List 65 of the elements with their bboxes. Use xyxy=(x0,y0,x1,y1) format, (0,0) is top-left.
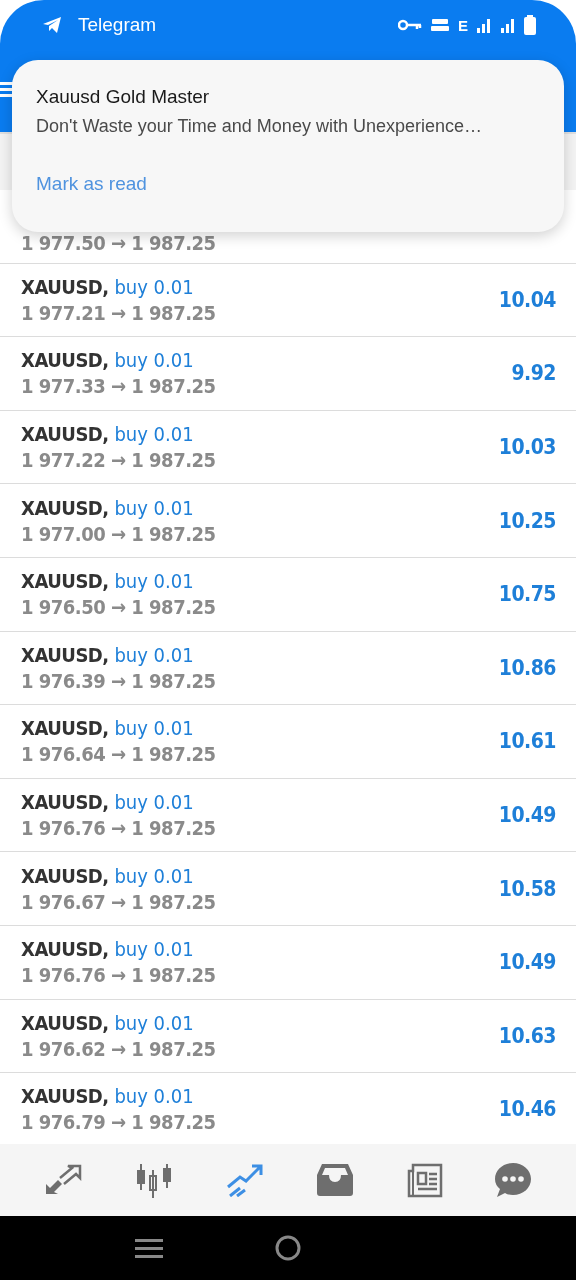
price-range: 1 976.39 → 1 987.25 xyxy=(21,668,217,693)
price-range: 1 976.76 → 1 987.25 xyxy=(21,816,217,841)
order-type: buy 0.01 xyxy=(114,422,194,447)
trend-up-icon xyxy=(226,1163,265,1197)
home-button-icon[interactable] xyxy=(274,1234,302,1262)
profit-value: 10.61 xyxy=(498,729,556,754)
profit-value: 10.49 xyxy=(498,803,556,828)
symbol: XAUUSD, xyxy=(21,716,109,741)
order-type: buy 0.01 xyxy=(114,274,194,299)
chat-icon xyxy=(494,1161,533,1199)
symbol: XAUUSD, xyxy=(21,863,109,888)
signal-icon xyxy=(476,17,492,33)
symbol: XAUUSD, xyxy=(21,790,109,815)
price-range: 1 977.33 → 1 987.25 xyxy=(21,374,217,399)
order-type: buy 0.01 xyxy=(114,1010,194,1035)
symbol: XAUUSD, xyxy=(21,642,109,667)
price-range: 1 976.76 → 1 987.25 xyxy=(21,963,217,988)
app-name: Telegram xyxy=(78,14,157,36)
notification-card[interactable]: Xauusd Gold Master Don't Waste your Time and Money with Unexperience… Mark as read xyxy=(12,60,564,232)
symbol: XAUUSD, xyxy=(21,422,109,447)
price-range: 1 977.22 → 1 987.25 xyxy=(21,448,217,473)
order-type: buy 0.01 xyxy=(114,937,194,962)
symbol: XAUUSD, xyxy=(21,1010,109,1035)
symbol: XAUUSD, xyxy=(21,274,109,299)
signal-icon xyxy=(500,17,516,33)
price-range: 1 977.50 → 1 987.25 xyxy=(21,230,216,255)
symbol: XAUUSD, xyxy=(21,348,109,373)
price-range: 1 976.50 → 1 987.25 xyxy=(21,595,217,620)
profit-value: 10.03 xyxy=(498,435,556,460)
recent-apps-icon[interactable] xyxy=(135,1237,164,1259)
notification-title: Xauusd Gold Master xyxy=(36,86,210,108)
profit-value: 10.86 xyxy=(498,655,556,680)
notification-message: Don't Waste your Time and Money with Unexperience… xyxy=(36,116,482,137)
order-type: buy 0.01 xyxy=(114,790,194,815)
symbol: XAUUSD, xyxy=(21,495,109,520)
symbol: XAUUSD, xyxy=(21,569,109,594)
symbol: XAUUSD, xyxy=(21,1084,109,1109)
price-range: 1 976.67 → 1 987.25 xyxy=(21,889,217,914)
battery-icon xyxy=(524,15,536,35)
price-range: 1 976.64 → 1 987.25 xyxy=(21,742,217,767)
price-range: 1 976.62 → 1 987.25 xyxy=(21,1036,217,1061)
inbox-icon xyxy=(315,1163,354,1197)
price-range: 1 977.00 → 1 987.25 xyxy=(21,521,217,546)
key-icon xyxy=(398,19,422,31)
profit-value: 10.46 xyxy=(498,1097,556,1122)
order-type: buy 0.01 xyxy=(114,716,194,741)
price-range: 1 976.79 → 1 987.25 xyxy=(21,1110,217,1135)
order-type: buy 0.01 xyxy=(114,863,194,888)
price-range: 1 977.21 → 1 987.25 xyxy=(21,300,217,325)
arrows-icon xyxy=(43,1164,84,1196)
profit-value: 10.58 xyxy=(498,876,556,901)
profit-value: 9.92 xyxy=(511,361,556,386)
network-type: E xyxy=(458,16,468,34)
profit-value: 10.49 xyxy=(498,950,556,975)
order-type: buy 0.01 xyxy=(114,348,194,373)
profit-value: 10.04 xyxy=(498,287,556,312)
order-type: buy 0.01 xyxy=(114,569,194,594)
profit-value: 10.75 xyxy=(498,582,556,607)
profit-value: 10.63 xyxy=(498,1023,556,1048)
paper-plane-icon xyxy=(42,16,62,34)
order-type: buy 0.01 xyxy=(114,1084,194,1109)
symbol: XAUUSD, xyxy=(21,937,109,962)
order-type: buy 0.01 xyxy=(114,495,194,520)
order-type: buy 0.01 xyxy=(114,642,194,667)
profit-value: 10.25 xyxy=(498,508,556,533)
